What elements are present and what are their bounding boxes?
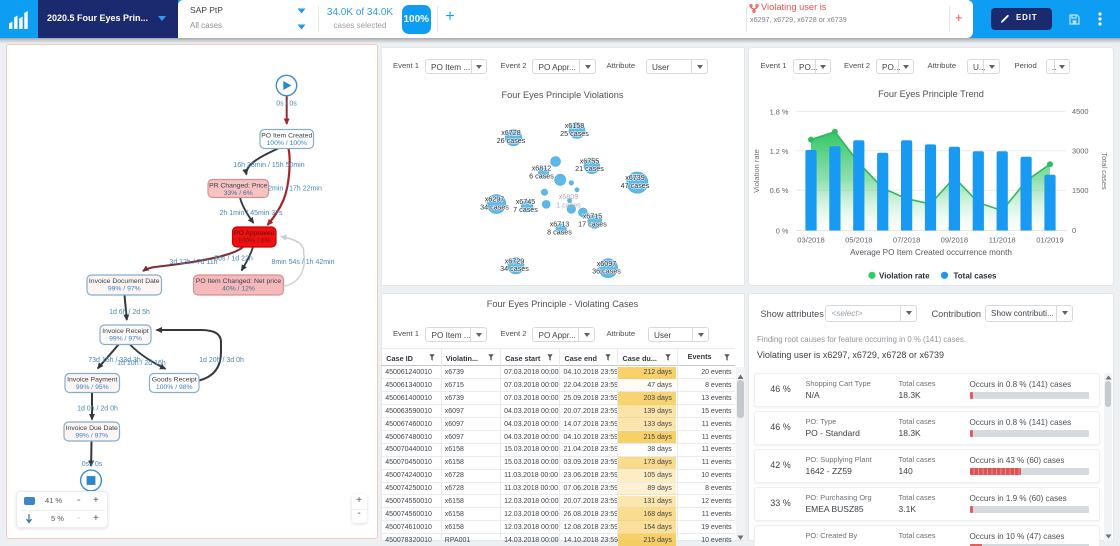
svg-text:1.2 %: 1.2 % <box>770 147 789 156</box>
svg-text:99% / 97%: 99% / 97% <box>108 285 141 292</box>
svg-text:3d 12h / 7d 11h: 3d 12h / 7d 11h <box>169 259 217 266</box>
svg-text:40% / 12%: 40% / 12% <box>222 285 255 292</box>
svg-text:Violation rate: Violation rate <box>879 272 930 281</box>
svg-text:09/2018: 09/2018 <box>941 236 968 245</box>
svg-text:99% / 97%: 99% / 97% <box>109 335 142 342</box>
svg-text:Invoice Document Date: Invoice Document Date <box>89 278 160 285</box>
svg-text:03/2018: 03/2018 <box>797 236 824 245</box>
svg-text:Invoice Payment: Invoice Payment <box>67 376 117 383</box>
svg-text:99% / 95%: 99% / 95% <box>76 384 109 391</box>
svg-text:Total cases: Total cases <box>954 272 998 281</box>
svg-text:01/2019: 01/2019 <box>1036 236 1063 245</box>
svg-text:1 cases: 1 cases <box>556 200 581 209</box>
svg-text:Goods Receipt: Goods Receipt <box>152 376 197 383</box>
svg-text:2h 1min / 45min 37s: 2h 1min / 45min 37s <box>219 210 283 217</box>
svg-text:0s / 0s: 0s / 0s <box>82 461 103 468</box>
svg-text:1d 0h / 2d 0h: 1d 0h / 2d 0h <box>77 405 118 412</box>
svg-text:07/2018: 07/2018 <box>893 236 920 245</box>
svg-text:PO Approved: PO Approved <box>234 230 275 237</box>
svg-text:36 cases: 36 cases <box>592 267 621 276</box>
svg-text:6 cases: 6 cases <box>529 171 554 180</box>
svg-text:8 cases: 8 cases <box>547 227 572 236</box>
svg-text:17 cases: 17 cases <box>578 219 607 228</box>
svg-text:50s / 1d 22h: 50s / 1d 22h <box>214 256 253 263</box>
svg-text:Violation rate: Violation rate <box>752 149 761 193</box>
svg-text:0: 0 <box>1072 226 1076 235</box>
svg-text:34 cases: 34 cases <box>480 203 509 212</box>
svg-text:26 cases: 26 cases <box>497 136 526 145</box>
svg-text:0s / 0s: 0s / 0s <box>276 101 297 108</box>
svg-text:05/2018: 05/2018 <box>845 236 872 245</box>
svg-text:100% / 100%: 100% / 100% <box>267 140 307 147</box>
svg-text:PO Item Changed: Net price: PO Item Changed: Net price <box>196 278 282 285</box>
svg-text:99% / 97%: 99% / 97% <box>75 432 108 439</box>
svg-text:100% / 98%: 100% / 98% <box>156 384 193 391</box>
svg-text:25 cases: 25 cases <box>560 129 589 138</box>
svg-text:Total cases: Total cases <box>1100 152 1109 190</box>
svg-text:Invoice Due Date: Invoice Due Date <box>66 425 118 432</box>
svg-text:47 cases: 47 cases <box>621 181 650 190</box>
svg-text:3000: 3000 <box>1072 147 1088 156</box>
svg-text:33% / 6%: 33% / 6% <box>224 190 253 197</box>
svg-text:0.6 %: 0.6 % <box>770 186 789 195</box>
svg-text:0 %: 0 % <box>776 227 789 236</box>
svg-text:100% / 6%: 100% / 6% <box>238 237 271 244</box>
svg-text:1d 6h / 2d 5h: 1d 6h / 2d 5h <box>109 309 150 316</box>
svg-text:8min 54s / 1h 42min: 8min 54s / 1h 42min <box>271 259 334 266</box>
svg-text:4500: 4500 <box>1072 107 1088 116</box>
svg-text:11/2018: 11/2018 <box>989 236 1016 245</box>
svg-text:7 cases: 7 cases <box>513 205 538 214</box>
svg-text:21 cases: 21 cases <box>575 164 604 173</box>
svg-text:1500: 1500 <box>1072 186 1088 195</box>
svg-text:Invoice Receipt: Invoice Receipt <box>102 328 149 335</box>
svg-text:34 cases: 34 cases <box>500 264 529 273</box>
svg-text:PO Item Created: PO Item Created <box>261 132 312 139</box>
svg-text:1.8 %: 1.8 % <box>770 107 789 116</box>
svg-text:PR Changed: Price: PR Changed: Price <box>209 182 267 189</box>
svg-text:Average PO Item Created occurr: Average PO Item Created occurrence month <box>850 248 1012 257</box>
svg-text:2min / 17h 22min: 2min / 17h 22min <box>268 186 322 193</box>
svg-text:16h 38min / 15h 50min: 16h 38min / 15h 50min <box>233 162 304 169</box>
svg-text:1d 10h / 2d 16h: 1d 10h / 2d 16h <box>117 360 166 367</box>
svg-text:1d 20h / 3d 0h: 1d 20h / 3d 0h <box>199 357 244 364</box>
